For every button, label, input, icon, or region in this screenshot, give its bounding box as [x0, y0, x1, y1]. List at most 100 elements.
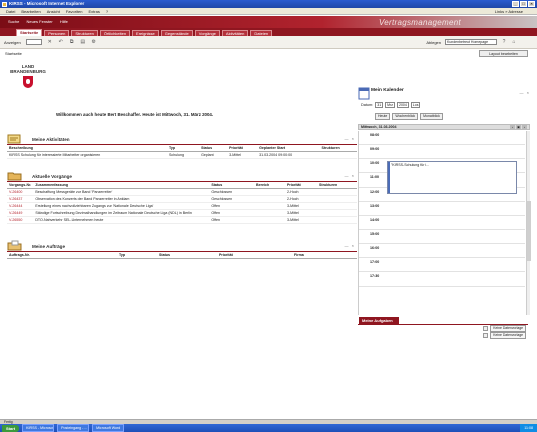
time-slot[interactable]: 13:00	[359, 202, 525, 216]
table-row[interactable]: V-26444 Erstellung eines nachvollziehbar…	[7, 202, 357, 210]
col-typ[interactable]: Typ	[117, 252, 157, 259]
orders-folder-icon	[7, 240, 22, 251]
ie-icon	[2, 1, 7, 7]
time-slot[interactable]: 17:30	[359, 272, 525, 287]
panel-controls[interactable]: — ×	[345, 243, 355, 248]
ablage-label: Ablegen	[426, 39, 441, 45]
aufgabe-entry[interactable]: Keine Datenvorlage	[490, 332, 526, 339]
aktivitaeten-panel: Meine Aktivitäten — × Beschreibung Typ S…	[7, 133, 357, 159]
time-slot[interactable]: 08:00	[359, 131, 525, 146]
taskbar-item[interactable]: Microsoft Word	[92, 424, 125, 432]
row-select[interactable]	[483, 333, 489, 338]
copy-icon[interactable]: ⧉	[69, 39, 75, 45]
anzeigen-label: Anzeigen	[4, 39, 21, 45]
header-link-hilfe[interactable]: Hilfe	[60, 19, 68, 24]
panel-controls[interactable]: — ×	[520, 90, 530, 95]
calendar-panel: Mein Kalender — × Datum: 31 Mrz 2004 Los…	[358, 86, 531, 339]
table-row[interactable]: V-26400 Beschaffung Messgeräte zur Band …	[7, 188, 357, 196]
week-view-button[interactable]: Wochenblick	[392, 113, 419, 120]
day-select[interactable]: 31	[375, 102, 384, 108]
table-row[interactable]: KIRSS Schulung für interessierte Mitarbe…	[7, 151, 357, 159]
minimize-button[interactable]: _	[512, 1, 519, 7]
next-day-icon[interactable]: ›	[522, 125, 527, 129]
calendar-icon	[358, 87, 370, 100]
settings-icon[interactable]: ⚙	[91, 39, 97, 45]
time-slot[interactable]: 16:00	[359, 244, 525, 259]
menu-ansicht[interactable]: Ansicht	[47, 8, 60, 14]
auftraege-table: Auftrags-Nr. Typ Status Priorität Firma	[7, 252, 357, 259]
time-slot[interactable]: 15:00	[359, 230, 525, 245]
undo-icon[interactable]: ↶	[58, 39, 64, 45]
col-firma[interactable]: Firma	[292, 252, 357, 259]
anzeigen-dropdown[interactable]	[25, 39, 42, 45]
vorgaenge-title: Aktuelle Vorgänge	[32, 174, 72, 179]
menu-help[interactable]: ?	[106, 8, 108, 14]
menu-extras[interactable]: Extras	[89, 8, 100, 14]
delete-icon[interactable]: ✕	[47, 39, 53, 45]
menu-datei[interactable]: Datei	[6, 8, 15, 14]
col-prioritaet[interactable]: Priorität	[217, 252, 292, 259]
maximize-button[interactable]: □	[520, 1, 527, 7]
day-schedule[interactable]: 08:00 09:00 10:00 11:00 12:00 13:00 14:0…	[358, 131, 525, 315]
brandenburg-logo: LAND BRANDENBURG	[8, 64, 48, 114]
calendar-view-buttons: Heute Wochenblick Monatblick	[375, 113, 443, 120]
print-icon[interactable]: ▤	[80, 39, 86, 45]
list-item: Keine Datenvorlage	[358, 325, 528, 332]
aktivitaeten-table: Beschreibung Typ Status Priorität Geplan…	[7, 145, 357, 159]
panel-controls[interactable]: — ×	[345, 173, 355, 178]
panel-controls[interactable]: — ×	[345, 136, 355, 141]
system-tray-clock: 11:08	[520, 424, 537, 432]
menu-favoriten[interactable]: Favoriten	[66, 8, 83, 14]
datum-label: Datum:	[361, 103, 374, 107]
month-select[interactable]: Mrz	[385, 102, 395, 108]
time-slot[interactable]: 17:00	[359, 258, 525, 273]
month-view-button[interactable]: Monatblick	[420, 113, 443, 120]
today-button[interactable]: Heute	[375, 113, 391, 120]
calendar-title: Mein Kalender	[371, 88, 404, 93]
start-button[interactable]: Start	[2, 424, 20, 432]
appointment[interactable]: "KIRSS-Schulung für i...	[387, 161, 517, 194]
aufgaben-tab[interactable]: Meine Aufgaben	[359, 317, 399, 324]
calendar-scrollbar[interactable]	[526, 131, 531, 315]
home-icon[interactable]: ⌂	[511, 39, 517, 45]
aktivitaeten-title: Meine Aktivitäten	[32, 137, 70, 142]
help-icon[interactable]: ?	[501, 39, 507, 45]
table-row[interactable]: V-26437 Observation des Konzerts der Ban…	[7, 195, 357, 203]
tab-startseite[interactable]: Startseite	[16, 29, 43, 36]
header-link-neues-fenster[interactable]: Neues Fenster	[26, 19, 52, 24]
col-status[interactable]: Status	[157, 252, 217, 259]
taskbar-item[interactable]: KIRSS - Microsoft Inte...	[22, 424, 55, 432]
window-titlebar: KIRSS - Microsoft Internet Explorer _ □ …	[0, 0, 537, 8]
menu-bar: Datei Bearbeiten Ansicht Favoriten Extra…	[0, 8, 537, 15]
time-slot[interactable]: 09:00	[359, 145, 525, 160]
address-links[interactable]: Links » Adresse	[495, 8, 523, 15]
row-select[interactable]	[483, 326, 489, 331]
aufgabe-entry[interactable]: Keine Datenvorlage	[490, 325, 526, 332]
view-icon[interactable]: ▣	[516, 125, 521, 129]
toolbar: Anzeigen ✕ ↶ ⧉ ▤ ⚙ Ablegen Kundenbetreut…	[0, 36, 537, 49]
scroll-thumb[interactable]	[527, 201, 531, 261]
folder-icon	[7, 172, 22, 181]
close-button[interactable]: ×	[528, 1, 535, 7]
app-header: Suche Neues Fenster Hilfe Vertragsmanage…	[0, 16, 537, 28]
layout-edit-button[interactable]: Layout bearbeiten	[479, 50, 528, 57]
col-auftrags-nr[interactable]: Auftrags-Nr.	[7, 252, 117, 259]
notepad-icon	[7, 134, 21, 144]
menu-bearbeiten[interactable]: Bearbeiten	[21, 8, 40, 14]
table-row[interactable]: V-26449 Ständige Fortschreibung Dezimalh…	[7, 209, 357, 217]
vorgaenge-table: Vorgangs-Nr. Zusammenfassung Status Bere…	[7, 182, 357, 224]
eagle-crest-icon	[23, 76, 33, 88]
go-button[interactable]: Los	[410, 102, 421, 108]
prev-day-icon[interactable]: ‹	[510, 125, 515, 129]
table-row[interactable]: V-26550 DTO-Nahverkehr SEL-Unternehmen h…	[7, 216, 357, 224]
time-slot[interactable]: 14:00	[359, 216, 525, 230]
breadcrumb[interactable]: Startseite	[5, 51, 22, 56]
header-link-suche[interactable]: Suche	[8, 19, 19, 24]
taskbar: Start KIRSS - Microsoft Inte... Posteing…	[0, 424, 537, 432]
vorgaenge-panel: Aktuelle Vorgänge — × Vorgangs-Nr. Zusam…	[7, 170, 357, 224]
ablage-select[interactable]: Kundenbetreut Homepage	[445, 39, 497, 45]
year-select[interactable]: 2004	[397, 102, 409, 108]
logo-line2: BRANDENBURG	[10, 69, 46, 74]
day-header: Mittwoch, 31.03.2004 ‹ ▣ ›	[358, 124, 530, 130]
taskbar-item[interactable]: Posteingang - ...	[57, 424, 90, 432]
